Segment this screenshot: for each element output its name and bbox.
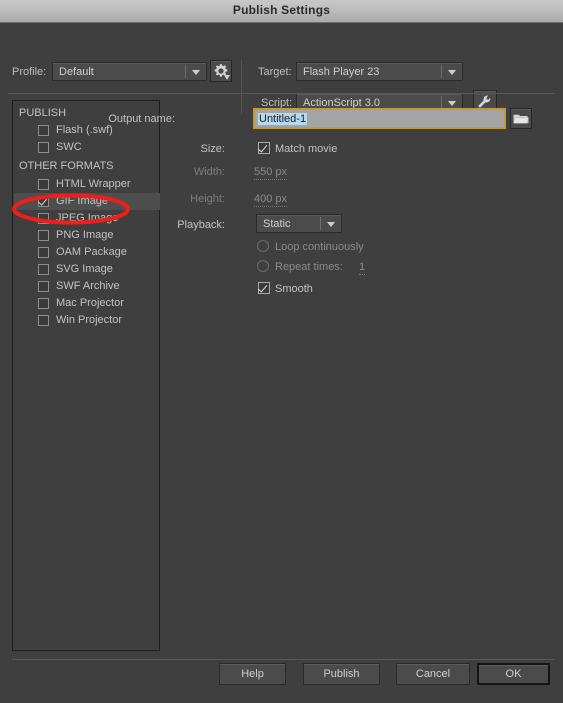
header-area: Profile: Default Target: Flash Player 23…	[0, 24, 563, 114]
footer-separator	[12, 659, 555, 660]
playback-dropdown[interactable]: Static	[256, 214, 342, 233]
profile-options-button[interactable]	[210, 60, 232, 82]
profile-dropdown[interactable]: Default	[52, 62, 207, 81]
checkbox-gif-image[interactable]	[38, 196, 49, 207]
format-label: SWF Archive	[56, 280, 120, 292]
smooth-label: Smooth	[275, 283, 313, 295]
height-label: Height:	[190, 193, 225, 205]
repeat-times-label: Repeat times:	[275, 261, 343, 273]
format-label: OAM Package	[56, 246, 127, 258]
loop-continuously-label: Loop continuously	[275, 241, 364, 253]
match-movie-label: Match movie	[275, 143, 338, 155]
checkbox-smooth[interactable]	[258, 282, 270, 294]
checkbox-oam-package[interactable]	[38, 247, 49, 258]
format-label: SWC	[56, 141, 82, 153]
radio-loop-continuously[interactable]	[257, 240, 269, 252]
format-row-jpeg-image[interactable]: JPEG Image	[14, 210, 160, 227]
profile-dropdown-divider	[185, 65, 186, 78]
profile-value: Default	[59, 66, 94, 78]
chevron-down-icon	[448, 101, 456, 106]
checkbox-flash-swf[interactable]	[38, 125, 49, 136]
format-label: Flash (.swf)	[56, 124, 113, 136]
ok-button[interactable]: OK	[477, 663, 550, 685]
group-heading-publish: PUBLISH	[19, 107, 67, 119]
window-title: Publish Settings	[232, 3, 331, 17]
gear-menu-arrow-icon	[224, 75, 230, 80]
width-value[interactable]: 550 px	[254, 166, 288, 180]
browse-output-button[interactable]	[510, 108, 532, 129]
chevron-down-icon	[192, 70, 200, 75]
format-row-mac-projector[interactable]: Mac Projector	[14, 295, 160, 312]
help-button[interactable]: Help	[219, 663, 286, 685]
chevron-down-icon	[448, 70, 456, 75]
format-label: GIF Image	[56, 195, 108, 207]
output-name-label: Output name:	[108, 113, 175, 125]
group-heading-other-formats: OTHER FORMATS	[19, 160, 114, 172]
playback-value: Static	[263, 218, 291, 230]
target-value: Flash Player 23	[303, 66, 380, 78]
profile-label: Profile:	[12, 66, 47, 78]
checkbox-html-wrapper[interactable]	[38, 179, 49, 190]
format-list-panel: PUBLISH Flash (.swf) SWC OTHER FORMATS H…	[12, 100, 160, 651]
title-bar: Publish Settings	[0, 0, 563, 23]
height-value[interactable]: 400 px	[254, 193, 288, 207]
output-name-value: Untitled-1	[258, 113, 308, 125]
radio-repeat-times[interactable]	[257, 260, 269, 272]
format-label: Mac Projector	[56, 297, 124, 309]
checkbox-match-movie[interactable]	[258, 142, 270, 154]
cancel-button[interactable]: Cancel	[396, 663, 470, 685]
format-label: SVG Image	[56, 263, 113, 275]
header-separator	[8, 93, 555, 94]
size-label: Size:	[200, 143, 225, 155]
width-label: Width:	[193, 166, 225, 178]
checkbox-win-projector[interactable]	[38, 315, 49, 326]
format-row-png-image[interactable]: PNG Image	[14, 227, 160, 244]
checkbox-mac-projector[interactable]	[38, 298, 49, 309]
format-row-html-wrapper[interactable]: HTML Wrapper	[14, 176, 160, 193]
header-vertical-divider	[241, 60, 242, 114]
folder-icon	[513, 114, 529, 123]
chevron-down-icon	[327, 222, 335, 227]
format-label: PNG Image	[56, 229, 114, 241]
format-label: HTML Wrapper	[56, 178, 131, 190]
format-label: JPEG Image	[56, 212, 119, 224]
checkbox-svg-image[interactable]	[38, 264, 49, 275]
target-label: Target:	[258, 66, 292, 78]
target-dropdown-divider	[441, 65, 442, 78]
format-row-win-projector[interactable]: Win Projector	[14, 312, 160, 329]
checkbox-jpeg-image[interactable]	[38, 213, 49, 224]
playback-dropdown-divider	[320, 217, 321, 230]
publish-settings-dialog: Publish Settings Profile: Default Target…	[0, 0, 563, 703]
checkbox-swf-archive[interactable]	[38, 281, 49, 292]
checkbox-png-image[interactable]	[38, 230, 49, 241]
format-row-oam-package[interactable]: OAM Package	[14, 244, 160, 261]
format-row-swc[interactable]: SWC	[14, 139, 160, 156]
target-dropdown[interactable]: Flash Player 23	[296, 62, 463, 81]
format-row-swf-archive[interactable]: SWF Archive	[14, 278, 160, 295]
playback-label: Playback:	[177, 219, 225, 231]
format-label: Win Projector	[56, 314, 123, 326]
publish-button[interactable]: Publish	[303, 663, 380, 685]
output-name-input[interactable]: Untitled-1	[253, 108, 506, 129]
checkbox-swc[interactable]	[38, 142, 49, 153]
repeat-times-value[interactable]: 1	[359, 261, 366, 275]
format-row-svg-image[interactable]: SVG Image	[14, 261, 160, 278]
format-row-gif-image[interactable]: GIF Image	[14, 193, 160, 210]
